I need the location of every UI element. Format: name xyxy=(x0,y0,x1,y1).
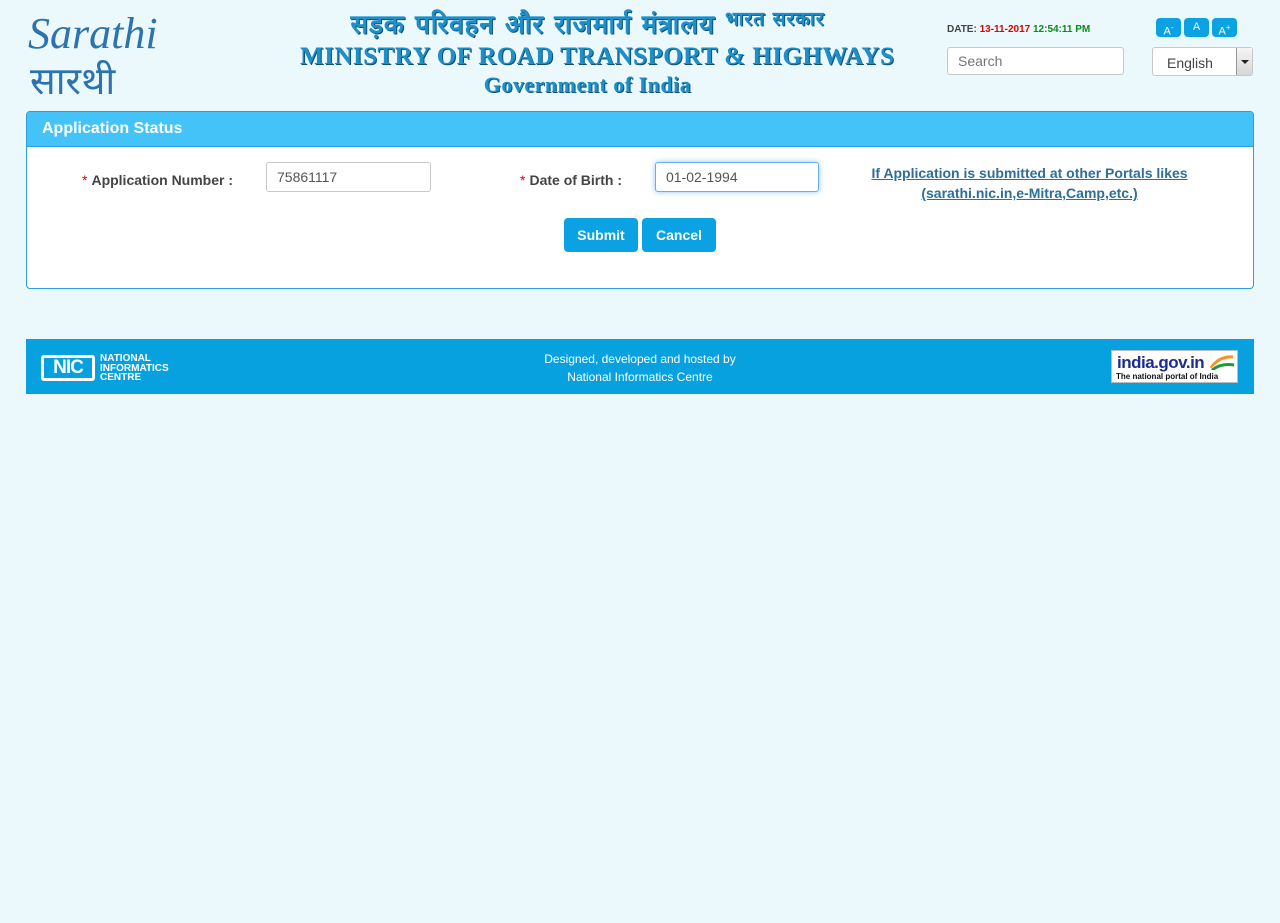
date-value: 13-11-2017 xyxy=(979,24,1031,35)
application-status-panel: Application Status * Application Number :… xyxy=(26,111,1254,289)
date-time: DATE: 13-11-2017 12:54:11 PM xyxy=(947,24,1090,35)
panel-title: Application Status xyxy=(27,112,1253,147)
required-marker: * xyxy=(520,172,526,188)
page: Sarathi सारथी सड़क परिवहन और राजमार्ग मं… xyxy=(0,0,1280,923)
submit-button[interactable]: Submit xyxy=(564,218,638,252)
footer: NIC NATIONAL INFORMATICS CENTRE Designed… xyxy=(26,339,1254,394)
other-portals-link[interactable]: If Application is submitted at other Por… xyxy=(862,163,1197,203)
ministry-english-title: MINISTRY OF ROAD TRANSPORT & HIGHWAYS xyxy=(300,43,895,70)
language-select[interactable]: English xyxy=(1152,47,1253,76)
application-number-label: * Application Number : xyxy=(82,172,234,188)
svg-text:सारथी: सारथी xyxy=(30,59,116,100)
dob-label: * Date of Birth : xyxy=(520,172,623,188)
language-value: English xyxy=(1167,55,1213,71)
government-title: Government of India xyxy=(483,72,692,97)
ministry-banner: सड़क परिवहन और राजमार्ग मंत्रालय भारत सर… xyxy=(300,8,895,104)
normal-font-button[interactable]: A xyxy=(1184,18,1209,37)
flag-icon xyxy=(1209,355,1235,370)
india-gov-logo[interactable]: india.gov.in The national portal of Indi… xyxy=(1111,350,1238,383)
footer-credit: Designed, developed and hosted by Nation… xyxy=(544,352,736,384)
required-marker: * xyxy=(82,172,88,188)
decrease-font-button[interactable]: A- xyxy=(1156,18,1181,38)
india-portal-name: india.gov.in xyxy=(1117,353,1205,372)
increase-font-button[interactable]: A+ xyxy=(1212,18,1237,38)
search-input[interactable] xyxy=(947,47,1124,75)
cancel-button[interactable]: Cancel xyxy=(642,218,716,252)
dob-input[interactable] xyxy=(655,162,819,192)
time-value: 12:54:11 PM xyxy=(1032,24,1091,35)
svg-text:Sarathi: Sarathi xyxy=(28,9,158,58)
sarathi-logo[interactable]: Sarathi सारथी xyxy=(26,8,158,100)
chevron-down-icon[interactable] xyxy=(1236,48,1252,75)
ministry-hindi-subtitle: भारत सरकार xyxy=(725,8,825,30)
india-portal-tagline: The national portal of India xyxy=(1116,372,1219,381)
font-size-controls: A- A A+ xyxy=(1156,18,1237,38)
date-label: DATE: xyxy=(947,24,977,35)
ministry-hindi-title: सड़क परिवहन और राजमार्ग मंत्रालय भारत सर… xyxy=(350,8,825,40)
application-number-input[interactable] xyxy=(266,162,431,192)
